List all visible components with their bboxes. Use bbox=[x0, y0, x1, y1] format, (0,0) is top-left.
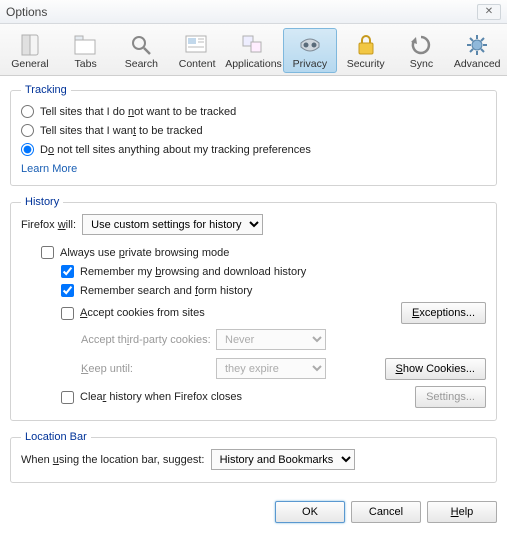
content-icon bbox=[184, 32, 210, 58]
tracking-radio-nopref[interactable] bbox=[21, 143, 34, 156]
keep-until-select: they expire bbox=[216, 358, 326, 379]
tab-general[interactable]: General bbox=[3, 28, 57, 73]
firefox-will-select[interactable]: Use custom settings for history bbox=[82, 214, 263, 235]
tracking-radio-donottrack[interactable] bbox=[21, 105, 34, 118]
accept-cookies-label: Accept cookies from sites bbox=[80, 307, 205, 319]
keep-until-label: Keep until: bbox=[81, 363, 216, 375]
clear-on-close-label: Clear history when Firefox closes bbox=[80, 391, 242, 403]
remember-search-label: Remember search and form history bbox=[80, 285, 252, 297]
tracking-group: Tracking Tell sites that I do not want t… bbox=[10, 84, 497, 186]
location-suggest-label: When using the location bar, suggest: bbox=[21, 454, 211, 466]
close-button[interactable]: ✕ bbox=[477, 4, 501, 20]
remember-browsing-checkbox[interactable] bbox=[61, 265, 74, 278]
third-party-label: Accept third-party cookies: bbox=[81, 334, 216, 346]
always-private-label: Always use private browsing mode bbox=[60, 247, 229, 259]
remember-browsing-label: Remember my browsing and download histor… bbox=[80, 266, 306, 278]
applications-icon bbox=[241, 32, 267, 58]
category-toolbar: General Tabs Search Content Applications… bbox=[0, 24, 507, 76]
always-private-checkbox[interactable] bbox=[41, 246, 54, 259]
cancel-button[interactable]: Cancel bbox=[351, 501, 421, 523]
tracking-label-donottrack: Tell sites that I do not want to be trac… bbox=[40, 106, 236, 118]
accept-cookies-checkbox[interactable] bbox=[61, 307, 74, 320]
tab-content[interactable]: Content bbox=[170, 28, 224, 73]
tab-applications[interactable]: Applications bbox=[226, 28, 281, 73]
tabs-icon bbox=[73, 32, 99, 58]
tab-privacy[interactable]: Privacy bbox=[283, 28, 337, 73]
tab-tabs[interactable]: Tabs bbox=[59, 28, 113, 73]
advanced-icon bbox=[465, 32, 489, 58]
firefox-will-label: Firefox will: bbox=[21, 219, 82, 231]
clear-settings-button: Settings... bbox=[415, 386, 486, 408]
ok-button[interactable]: OK bbox=[275, 501, 345, 523]
location-bar-group: Location Bar When using the location bar… bbox=[10, 431, 497, 483]
remember-search-checkbox[interactable] bbox=[61, 284, 74, 297]
sync-icon bbox=[409, 32, 433, 58]
tab-search[interactable]: Search bbox=[115, 28, 169, 73]
history-group: History Firefox will: Use custom setting… bbox=[10, 196, 497, 421]
clear-on-close-checkbox[interactable] bbox=[61, 391, 74, 404]
close-icon: ✕ bbox=[485, 6, 493, 17]
tab-advanced[interactable]: Advanced bbox=[450, 28, 504, 73]
location-bar-legend: Location Bar bbox=[21, 431, 91, 443]
tracking-label-dotrack: Tell sites that I want to be tracked bbox=[40, 125, 203, 137]
tracking-radio-dotrack[interactable] bbox=[21, 124, 34, 137]
location-suggest-select[interactable]: History and Bookmarks bbox=[211, 449, 355, 470]
tab-sync[interactable]: Sync bbox=[395, 28, 449, 73]
help-button[interactable]: Help bbox=[427, 501, 497, 523]
title-bar: Options ✕ bbox=[0, 0, 507, 24]
tracking-label-nopref: Do not tell sites anything about my trac… bbox=[40, 144, 311, 156]
search-icon bbox=[129, 32, 153, 58]
window-title: Options bbox=[6, 5, 47, 19]
third-party-select: Never bbox=[216, 329, 326, 350]
tab-security[interactable]: Security bbox=[339, 28, 393, 73]
learn-more-link[interactable]: Learn More bbox=[21, 159, 77, 175]
privacy-icon bbox=[297, 32, 323, 58]
dialog-footer: OK Cancel Help bbox=[0, 493, 507, 533]
show-cookies-button[interactable]: Show Cookies... bbox=[385, 358, 487, 380]
tracking-legend: Tracking bbox=[21, 84, 71, 96]
exceptions-button[interactable]: Exceptions... bbox=[401, 302, 486, 324]
security-icon bbox=[356, 32, 376, 58]
general-icon bbox=[19, 32, 41, 58]
history-legend: History bbox=[21, 196, 63, 208]
